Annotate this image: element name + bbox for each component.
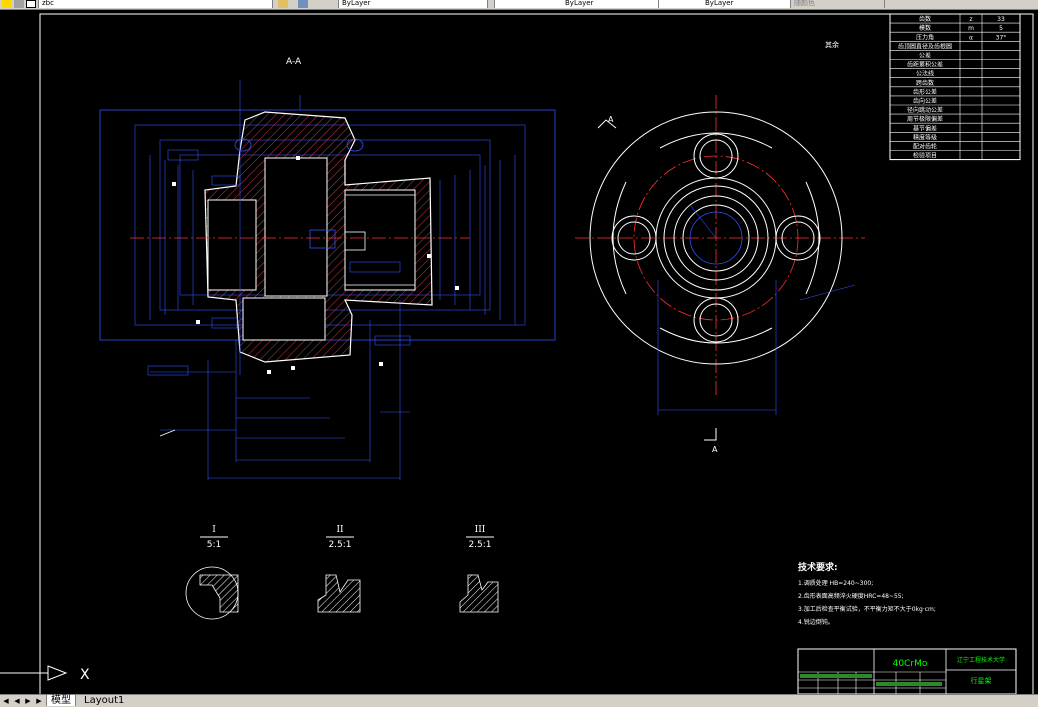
color-dropdown[interactable]: ByLayer (338, 0, 488, 8)
param-table-cell: 齿数 (919, 15, 931, 23)
properties-toolbar: zbc ByLayer ByLayer ByLayer 随颜色 (0, 0, 1038, 10)
layer-previous-icon[interactable] (298, 0, 308, 8)
detail-view-2: II 2.5:1 (317, 525, 361, 613)
tab-prev-button[interactable]: ◀ (12, 696, 22, 706)
title-block: 40CrMo 辽宁工程技术大学 行星架 (797, 648, 1017, 694)
detail-1-scale: 5:1 (207, 540, 221, 550)
param-table-cell: m (968, 25, 974, 32)
tech-req-item-2: 2.齿形表面高频淬火硬度HRC=48~55; (798, 592, 904, 600)
detail-3-scale: 2.5:1 (468, 540, 491, 550)
school-label: 辽宁工程技术大学 (957, 656, 1005, 664)
param-table-cell: 精度等级 (913, 133, 937, 141)
section-arrow-label-bottom: A (712, 445, 718, 454)
ucs-axis-x-label: X (80, 667, 90, 683)
detail-view-3: III 2.5:1 (459, 525, 499, 613)
plotstyle-dropdown[interactable]: 随颜色 (790, 0, 885, 8)
tab-model[interactable]: 模型 (46, 695, 76, 706)
make-current-layer-icon[interactable] (278, 0, 288, 8)
section-view (99, 80, 556, 480)
param-table-cell: 压力角 (916, 33, 934, 41)
param-table-cell: 周节极限偏差 (907, 115, 943, 123)
tech-req-item-3: 3.加工后检查平衡试验，不平衡力矩不大于0kg·cm; (798, 605, 936, 613)
section-label: A-A (286, 57, 302, 67)
param-table-cell: 33 (997, 16, 1005, 23)
detail-2-id: II (336, 525, 344, 535)
gear-parameter-table: 齿数 z 33模数 m 5压力角 α 37°齿顶圆直径及齿根圆公差齿距累积公差公法线跨齿数齿… (889, 13, 1021, 161)
detail-view-1: I 5:1 (185, 525, 239, 620)
param-table-cell: z (969, 16, 972, 23)
param-table-cell: 齿顶圆直径及齿根圆 (898, 42, 952, 50)
layer-dropdown[interactable]: zbc (38, 0, 273, 8)
param-table-cell: 5 (999, 25, 1003, 32)
tab-layout1[interactable]: Layout1 (80, 695, 129, 706)
tab-first-button[interactable]: ◀ (1, 696, 11, 706)
param-table-cell: 模数 (919, 24, 931, 32)
drawing-canvas[interactable]: A-A A A 其余 齿数 z 33模数 m 5压力角 α 37°齿顶圆直径及齿… (0, 10, 1038, 694)
param-table-cell: 齿形公差 (913, 88, 937, 96)
layer-color-icon[interactable] (26, 0, 36, 8)
param-table-cell: 配对齿轮 (913, 143, 937, 151)
param-table-cell: 公差 (919, 52, 931, 60)
tech-req-item-1: 1.调质处理 HB=240~300; (798, 579, 873, 587)
tab-next-button[interactable]: ▶ (23, 696, 33, 706)
tech-req-item-4: 4.锐边倒钝。 (798, 618, 834, 626)
technical-requirements: 技术要求: 1.调质处理 HB=240~300; 2.齿形表面高频淬火硬度HRC… (798, 561, 936, 626)
layout-tab-bar: ◀ ◀ ▶ ▶ 模型 Layout1 (0, 694, 1038, 707)
param-table-cell: 齿向公差 (913, 97, 937, 105)
param-table-cell: 公法线 (916, 70, 934, 78)
front-view: A A (575, 95, 865, 454)
detail-1-id: I (212, 525, 216, 535)
param-table-cell: α (969, 34, 973, 41)
ucs-icon: X (0, 665, 90, 683)
detail-2-scale: 2.5:1 (328, 540, 351, 550)
roughness-label: 其余 (825, 40, 839, 49)
drawing-border (39, 13, 1034, 694)
param-table-cell: 跨齿数 (916, 79, 934, 87)
param-table-cell: 检验项目 (913, 152, 937, 160)
material-label: 40CrMo (893, 659, 928, 669)
param-table-cell: 37° (996, 34, 1007, 41)
param-table-cell: 齿距累积公差 (907, 61, 943, 69)
tech-req-title: 技术要求: (798, 561, 838, 573)
layer-state-icon[interactable] (2, 0, 12, 8)
param-table-cell: 基节偏差 (913, 124, 937, 132)
part-name-label: 行星架 (971, 676, 992, 685)
tab-last-button[interactable]: ▶ (34, 696, 44, 706)
param-table-cell: 径向跳动公差 (907, 106, 943, 114)
section-arrow-label-top: A (608, 115, 614, 124)
detail-3-id: III (475, 525, 486, 535)
layer-freeze-icon[interactable] (14, 0, 24, 8)
